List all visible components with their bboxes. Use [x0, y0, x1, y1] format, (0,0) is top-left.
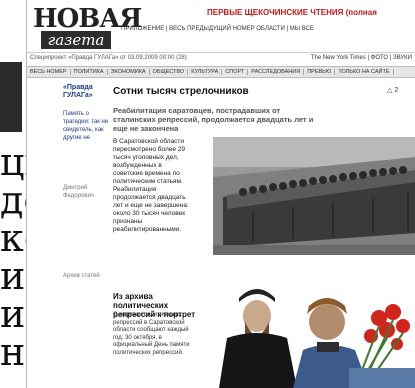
top-tagline[interactable]: ПЕРВЫЕ ЩЕКОЧИНСКИЕ ЧТЕНИЯ (полная [207, 8, 377, 17]
top-nav[interactable]: ПРИЛОЖЕНИЕ | ВЕСЬ ПРЕДЫДУЩИЙ НОМЕР ОБЛАС… [121, 26, 314, 32]
article-body: В Саратовской области пересмотрено более… [113, 138, 189, 233]
sidebar-rubric[interactable]: «Правда ГУЛАГа» [63, 84, 109, 100]
article-lead: Реабилитация саратовцев, пострадавших от… [113, 106, 314, 133]
historical-train-photo [213, 137, 415, 255]
menu-item[interactable]: ПРЕВЬЮ [304, 69, 336, 75]
section-menu: ВЕСЬ НОМЕР ПОЛИТИКА ЭКОНОМИКА ОБЩЕСТВО КУЛЬТ… [27, 66, 415, 78]
sub-nav: Специпроект «Правда ГУЛАГа» от 03.09.200… [27, 52, 415, 64]
menu-item[interactable]: ОБЩЕСТВО [149, 69, 189, 75]
menu-item[interactable]: РАССЛЕДОВАНИЯ [248, 69, 305, 75]
memorial-photo [209, 258, 415, 388]
menu-item[interactable]: КУЛЬТУРА [188, 69, 223, 75]
sidebar: «Правда ГУЛАГа» Память о трагедии: так н… [27, 80, 109, 388]
slide-text-line: и [0, 292, 26, 336]
sub-nav-right[interactable]: The New York Times | ФОТО | ЗВУКИ [311, 53, 412, 64]
menu-item[interactable]: ТОЛЬКО НА САЙТЕ [335, 69, 394, 75]
newspaper-logo[interactable]: НОВАЯ газета [31, 4, 142, 50]
menu-item[interactable]: СПОРТ [222, 69, 249, 75]
article-title[interactable]: Сотни тысяч стрелочников [113, 86, 249, 97]
sidebar-author: Дмитрий Федорович [63, 185, 94, 199]
sub-nav-left[interactable]: Специпроект «Правда ГУЛАГа» от 03.09.200… [30, 53, 187, 64]
slide-dark-bar [0, 62, 22, 132]
menu-item[interactable]: ПОЛИТИКА [70, 69, 108, 75]
sidebar-link[interactable]: Память о трагедии: так ни свидетель, как… [63, 110, 109, 142]
menu-item[interactable]: ЭКОНОМИКА [107, 69, 150, 75]
menu-item[interactable]: ВЕСЬ НОМЕР [27, 69, 71, 75]
right-column [331, 80, 415, 136]
sidebar-archive-link[interactable]: Архив статей [63, 272, 109, 280]
article-body-continued: О жертвах политических репрессий в Сарат… [113, 312, 190, 356]
page: ция о денные ке ТВ изданий и няются НОВА… [0, 0, 415, 388]
newspaper-screenshot: НОВАЯ газета ПЕРВЫЕ ЩЕКОЧИНСКИЕ ЧТЕНИЯ (… [26, 0, 415, 388]
